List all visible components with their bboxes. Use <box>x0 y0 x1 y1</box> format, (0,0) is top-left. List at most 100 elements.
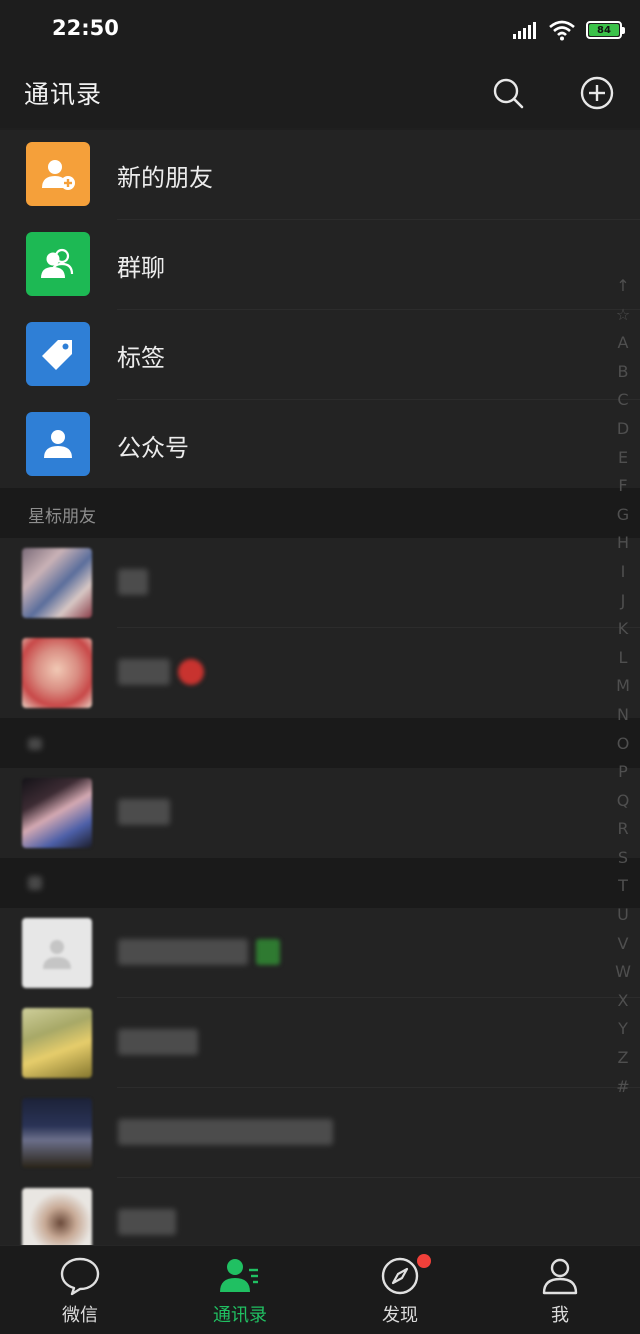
group-chats-label: 群聊 <box>117 254 165 282</box>
index-item[interactable]: P <box>618 758 628 787</box>
index-item[interactable]: ↑ <box>616 272 629 301</box>
contact-item[interactable] <box>0 1178 640 1245</box>
avatar <box>22 638 92 708</box>
bottom-tab-bar: 微信 通讯录 发现 我 <box>0 1245 640 1334</box>
contact-item[interactable] <box>0 998 640 1088</box>
index-item[interactable]: H <box>617 529 629 558</box>
contact-item[interactable] <box>0 908 640 998</box>
contact-item[interactable] <box>0 1088 640 1178</box>
index-item[interactable]: B <box>618 358 629 387</box>
index-item[interactable]: W <box>615 958 631 987</box>
status-time: 22:50 <box>52 16 119 40</box>
index-item[interactable]: Y <box>618 1015 628 1044</box>
contacts-icon <box>220 1259 258 1292</box>
tags-item[interactable]: 标签 <box>0 310 640 400</box>
index-item[interactable]: Z <box>618 1044 629 1073</box>
contact-name-blurred <box>118 659 170 685</box>
contact-item[interactable] <box>0 628 640 718</box>
status-icons: 84 <box>512 18 625 42</box>
contact-name-blurred <box>118 569 148 595</box>
index-item[interactable]: V <box>618 930 629 959</box>
avatar <box>22 918 92 988</box>
avatar <box>22 778 92 848</box>
add-button[interactable] <box>578 74 616 112</box>
default-avatar-icon <box>43 940 71 969</box>
group-chats-item[interactable]: 群聊 <box>0 220 640 310</box>
status-bar: 22:50 84 <box>0 0 640 62</box>
tags-label: 标签 <box>117 344 165 372</box>
official-account-icon <box>26 412 90 476</box>
search-icon <box>493 78 524 109</box>
index-item[interactable]: O <box>617 730 630 759</box>
tab-me[interactable]: 我 <box>480 1246 640 1334</box>
index-item[interactable]: Q <box>617 787 630 816</box>
page-title: 通讯录 <box>24 80 103 109</box>
section-letter-blurred <box>28 876 42 890</box>
contact-name <box>118 937 280 967</box>
battery-icon: 84 <box>586 21 625 39</box>
index-item[interactable]: L <box>619 644 628 673</box>
section-label: 星标朋友 <box>28 507 96 527</box>
chat-icon <box>60 1257 100 1296</box>
new-friends-label: 新的朋友 <box>117 164 213 192</box>
signal-icon <box>513 22 536 39</box>
index-item[interactable]: T <box>618 872 628 901</box>
index-item[interactable]: X <box>618 987 629 1016</box>
official-accounts-item[interactable]: 公众号 <box>0 400 640 490</box>
contact-name <box>118 1027 198 1057</box>
contact-name-blurred <box>118 939 248 965</box>
contact-name-blurred <box>118 1209 176 1235</box>
section-header-starred: 星标朋友 <box>0 488 640 538</box>
tab-chats[interactable]: 微信 <box>0 1246 160 1334</box>
contact-name <box>118 657 204 687</box>
avatar <box>22 548 92 618</box>
avatar <box>22 1008 92 1078</box>
index-item[interactable]: A <box>618 329 629 358</box>
wifi-icon <box>549 20 575 41</box>
index-item[interactable]: N <box>617 701 629 730</box>
index-item[interactable]: # <box>616 1073 629 1102</box>
tag-icon <box>26 322 90 386</box>
notification-badge <box>417 1254 431 1268</box>
tab-label: 微信 <box>62 1305 98 1326</box>
contact-item[interactable] <box>0 768 640 858</box>
tab-discover[interactable]: 发现 <box>320 1246 480 1334</box>
contact-name <box>118 1117 333 1147</box>
index-item[interactable]: C <box>617 386 628 415</box>
strawberry-icon <box>178 659 204 685</box>
index-item[interactable]: M <box>616 672 630 701</box>
contact-name <box>118 567 148 597</box>
contact-name-blurred <box>118 1029 198 1055</box>
index-item[interactable]: S <box>618 844 628 873</box>
tab-label: 通讯录 <box>213 1305 267 1326</box>
alphabet-index-bar[interactable]: ↑ ☆ A B C D E F G H I J K L M N O P Q R … <box>614 272 632 1101</box>
avatar <box>22 1098 92 1168</box>
search-button[interactable] <box>489 74 527 112</box>
index-item[interactable]: J <box>621 587 626 616</box>
tab-contacts[interactable]: 通讯录 <box>160 1246 320 1334</box>
tab-label: 发现 <box>382 1305 418 1326</box>
section-letter-blurred <box>28 738 42 750</box>
contact-name <box>118 797 170 827</box>
index-item[interactable]: ☆ <box>616 301 630 330</box>
section-header <box>0 858 640 908</box>
add-icon <box>580 76 614 110</box>
app-header: 通讯录 <box>0 62 640 128</box>
contact-item[interactable] <box>0 538 640 628</box>
official-accounts-label: 公众号 <box>117 434 189 462</box>
section-header <box>0 718 640 768</box>
index-item[interactable]: U <box>617 901 629 930</box>
index-item[interactable]: F <box>618 472 627 501</box>
new-friends-item[interactable]: 新的朋友 <box>0 130 640 220</box>
contact-name <box>118 1207 176 1237</box>
group-chat-icon <box>26 232 90 296</box>
index-item[interactable]: I <box>621 558 626 587</box>
index-item[interactable]: G <box>617 501 629 530</box>
contact-name-blurred <box>118 1119 333 1145</box>
index-item[interactable]: K <box>618 615 629 644</box>
index-item[interactable]: R <box>617 815 628 844</box>
index-item[interactable]: E <box>618 444 628 473</box>
sprout-icon <box>256 939 280 965</box>
index-item[interactable]: D <box>617 415 629 444</box>
add-friend-icon <box>26 142 90 206</box>
